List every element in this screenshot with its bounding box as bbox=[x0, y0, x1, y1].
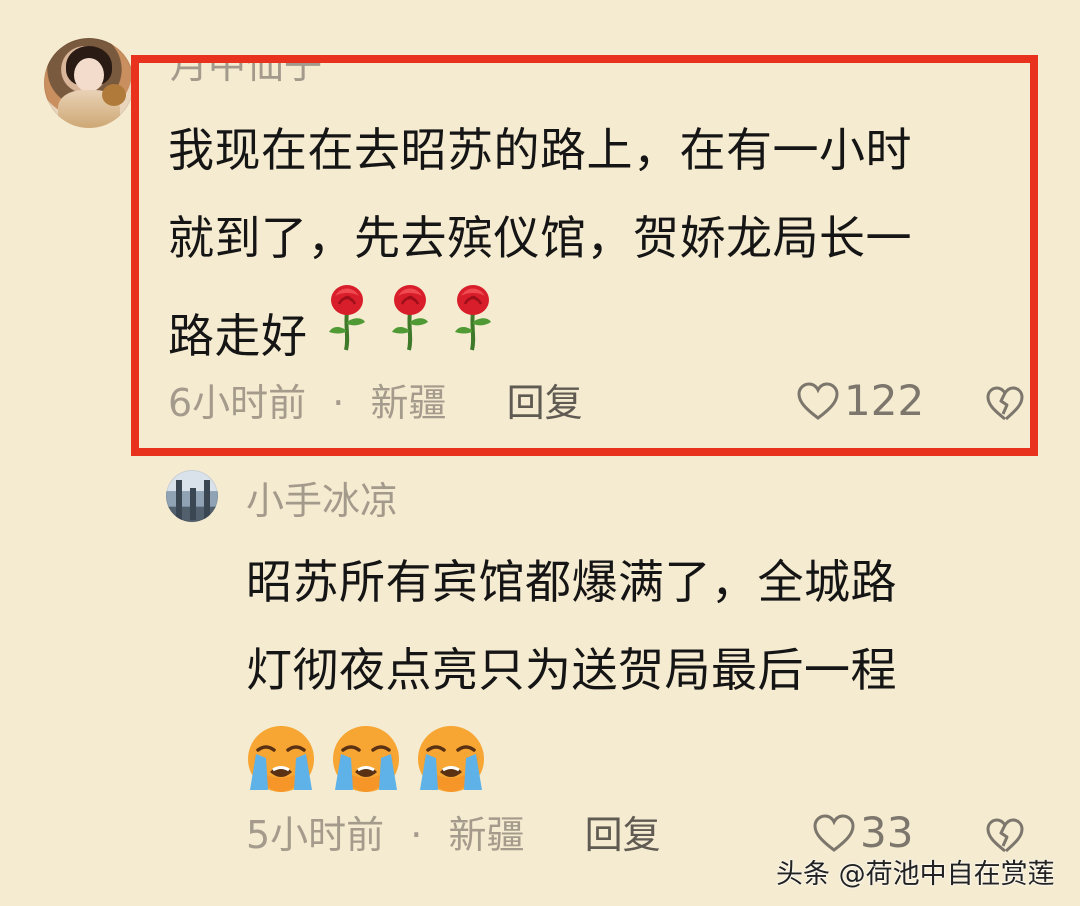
loudly-crying-face-icon bbox=[248, 726, 314, 792]
comment-text-line: 昭苏所有宾馆都爆满了，全城路 bbox=[246, 555, 897, 609]
comment-meta: 5小时前 · 新疆 回复 bbox=[246, 816, 661, 854]
rose-icon bbox=[454, 285, 491, 351]
avatar-pillar bbox=[176, 480, 182, 520]
comment-text-line: 灯彻夜点亮只为送贺局最后一程 bbox=[246, 643, 897, 697]
comment-username[interactable]: 小手冰凉 bbox=[246, 482, 398, 520]
meta-separator: · bbox=[332, 381, 345, 425]
like-button[interactable]: 122 bbox=[796, 380, 924, 422]
reply-button[interactable]: 回复 bbox=[585, 813, 661, 857]
comment-meta: 6小时前 · 新疆 回复 bbox=[168, 384, 583, 422]
comment-location: 新疆 bbox=[370, 381, 447, 425]
user-avatar[interactable] bbox=[44, 38, 134, 128]
avatar-ornament bbox=[102, 84, 126, 106]
broken-heart-icon[interactable] bbox=[985, 816, 1025, 856]
comment-text: 昭苏所有宾馆都爆满了，全城路 灯彻夜点亮只为送贺局最后一程 bbox=[246, 538, 897, 812]
avatar-pillar bbox=[190, 488, 196, 520]
comment-text-line: 就到了，先去殡仪馆，贺娇龙局长一 bbox=[168, 211, 912, 265]
rose-icon bbox=[328, 285, 365, 351]
like-count: 122 bbox=[844, 376, 925, 425]
loudly-crying-face-icon bbox=[333, 726, 400, 792]
loudly-crying-face-icon bbox=[418, 726, 485, 792]
user-avatar[interactable] bbox=[166, 470, 218, 522]
like-button[interactable]: 33 bbox=[812, 812, 913, 854]
comment-text-line: 路走好 bbox=[168, 282, 912, 370]
comment-username[interactable]: 月中仙子 bbox=[170, 60, 322, 84]
like-count: 33 bbox=[860, 808, 914, 857]
comment-text-line: 我现在在去昭苏的路上，在有一小时 bbox=[168, 123, 912, 177]
comment-time: 6小时前 bbox=[168, 381, 307, 425]
rose-icon bbox=[391, 285, 428, 351]
comment-text: 我现在在去昭苏的路上，在有一小时 就到了，先去殡仪馆，贺娇龙局长一 路走好 bbox=[168, 106, 912, 370]
heart-outline-icon bbox=[797, 382, 839, 420]
comment-location: 新疆 bbox=[448, 813, 525, 857]
comment-time: 5小时前 bbox=[246, 813, 385, 857]
avatar-face bbox=[74, 58, 104, 92]
comment-text-line-end: 路走好 bbox=[168, 309, 308, 363]
avatar-pillar bbox=[204, 480, 210, 520]
reply-button[interactable]: 回复 bbox=[507, 381, 583, 425]
emoji-row bbox=[246, 724, 897, 812]
broken-heart-icon[interactable] bbox=[985, 384, 1025, 424]
watermark: 头条 @荷池中自在赏莲 bbox=[776, 859, 1055, 890]
meta-separator: · bbox=[410, 813, 423, 857]
heart-outline-icon bbox=[813, 814, 855, 852]
